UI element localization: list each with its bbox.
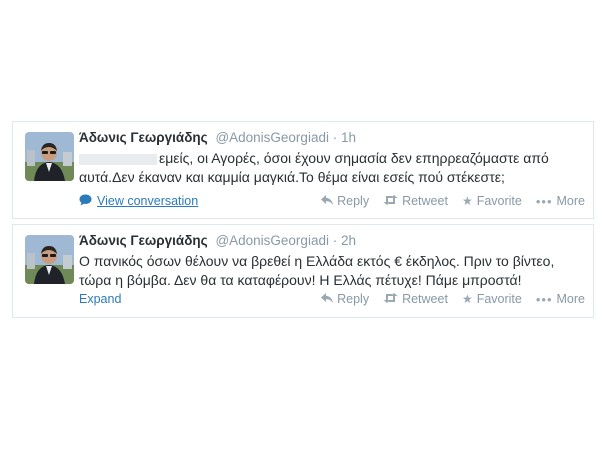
favorite-button[interactable]: ★ Favorite (462, 292, 522, 306)
more-label[interactable]: More (557, 194, 585, 208)
expand-label[interactable]: Expand (79, 292, 121, 306)
favorite-label[interactable]: Favorite (477, 292, 522, 306)
avatar[interactable] (25, 235, 74, 284)
more-button[interactable]: ••• More (536, 292, 585, 306)
author-handle[interactable]: @AdonisGeorgiadi (215, 233, 329, 248)
reply-icon (321, 195, 334, 207)
reply-label[interactable]: Reply (337, 194, 369, 208)
tweet-header: Άδωνις Γεωργιάδης @AdonisGeorgiadi · 1h (79, 129, 356, 147)
retweet-icon (383, 293, 398, 305)
separator: · (332, 130, 338, 145)
tweet-actions: Reply Retweet ★ Favorite ••• More (321, 194, 585, 208)
timestamp[interactable]: 2h (341, 233, 356, 248)
reply-button[interactable]: Reply (321, 292, 369, 306)
retweet-button[interactable]: Retweet (383, 292, 448, 306)
retweet-icon (383, 195, 398, 207)
tweet-footer: Expand Reply Retweet ★ Favorite ••• More (79, 292, 585, 310)
reply-icon (321, 293, 334, 305)
reply-button[interactable]: Reply (321, 194, 369, 208)
author-name[interactable]: Άδωνις Γεωργιάδης (79, 130, 208, 145)
avatar[interactable] (25, 132, 74, 181)
view-conversation-link[interactable]: View conversation (79, 194, 198, 208)
timestamp[interactable]: 1h (341, 130, 356, 145)
more-dots-icon: ••• (535, 291, 553, 307)
favorite-star-icon: ★ (461, 292, 473, 306)
tweet-text: εμείς, οι Αγορές, όσοι έχουν σημασία δεν… (79, 149, 585, 187)
more-dots-icon: ••• (535, 193, 553, 209)
author-handle[interactable]: @AdonisGeorgiadi (215, 130, 329, 145)
tweet-item[interactable]: Άδωνις Γεωργιάδης @AdonisGeorgiadi · 1h … (12, 121, 594, 219)
tweet-footer: View conversation Reply Retweet ★ Favori… (79, 194, 585, 212)
favorite-star-icon: ★ (461, 194, 473, 208)
favorite-label[interactable]: Favorite (477, 194, 522, 208)
retweet-label[interactable]: Retweet (402, 292, 448, 306)
conversation-bubble-icon (79, 194, 92, 208)
more-button[interactable]: ••• More (536, 194, 585, 208)
favorite-button[interactable]: ★ Favorite (462, 194, 522, 208)
expand-link[interactable]: Expand (79, 292, 121, 306)
tweet-header: Άδωνις Γεωργιάδης @AdonisGeorgiadi · 2h (79, 232, 356, 250)
retweet-label[interactable]: Retweet (402, 194, 448, 208)
redacted-mention (79, 153, 157, 165)
view-conversation-label[interactable]: View conversation (97, 194, 198, 208)
author-name[interactable]: Άδωνις Γεωργιάδης (79, 233, 208, 248)
tweet-item[interactable]: Άδωνις Γεωργιάδης @AdonisGeorgiadi · 2h … (12, 224, 594, 318)
reply-label[interactable]: Reply (337, 292, 369, 306)
tweet-actions: Reply Retweet ★ Favorite ••• More (321, 292, 585, 306)
separator: · (332, 233, 338, 248)
more-label[interactable]: More (557, 292, 585, 306)
tweet-text: Ο πανικός όσων θέλουν να βρεθεί η Ελλάδα… (79, 253, 555, 288)
retweet-button[interactable]: Retweet (383, 194, 448, 208)
